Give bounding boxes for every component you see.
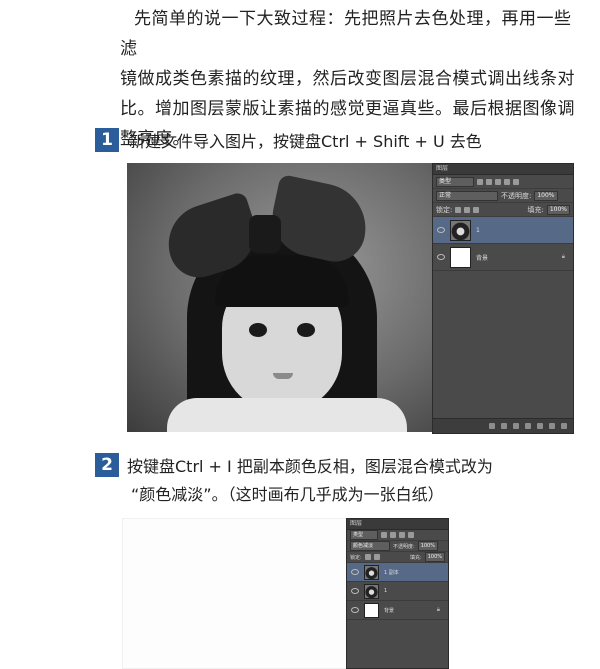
lock-icon: 🔒︎ bbox=[436, 606, 440, 613]
step-number-badge: 1 bbox=[95, 128, 119, 152]
lock-pixels-icon[interactable] bbox=[455, 206, 462, 213]
filter-adjust-icon[interactable] bbox=[390, 532, 396, 538]
layer-row[interactable]: 背景 🔒︎ bbox=[433, 244, 573, 271]
filter-pixel-icon[interactable] bbox=[381, 532, 387, 538]
panel-tab[interactable]: 图层 bbox=[347, 519, 448, 530]
lock-row: 锁定: 填充: 100% bbox=[347, 552, 448, 563]
layers-panel-2: 图层 类型 颜色减淡 不透明度: 100% 锁定: 填充: 100% 1 副本 … bbox=[346, 518, 449, 669]
photo-dress bbox=[167, 398, 407, 432]
photo-mouth bbox=[273, 373, 293, 379]
mask-icon[interactable] bbox=[513, 423, 519, 429]
photo-eye bbox=[297, 323, 315, 337]
step-text: 按键盘Ctrl + I 把副本颜色反相，图层混合模式改为 bbox=[127, 457, 493, 476]
layer-thumbnail bbox=[450, 219, 471, 241]
layer-thumbnail bbox=[364, 602, 379, 618]
layer-name: 1 bbox=[384, 588, 388, 594]
filter-smart-icon[interactable] bbox=[513, 178, 519, 185]
lock-icon: 🔒︎ bbox=[561, 253, 565, 260]
new-layer-icon[interactable] bbox=[549, 423, 555, 429]
visibility-eye-icon[interactable] bbox=[437, 254, 445, 260]
opacity-label: 不透明度: bbox=[393, 543, 415, 550]
layer-name: 1 副本 bbox=[384, 569, 399, 576]
panel-tab[interactable]: 图层 bbox=[433, 164, 573, 175]
trash-icon[interactable] bbox=[561, 423, 567, 429]
fx-icon[interactable] bbox=[501, 423, 507, 429]
layers-panel-1: 图层 类型 正常 不透明度: 100% 锁定: 填充: 100% 1 背景 🔒︎ bbox=[432, 163, 574, 434]
lock-position-icon[interactable] bbox=[373, 554, 380, 560]
visibility-eye-icon[interactable] bbox=[351, 607, 359, 613]
intro-line: 镜做成类色素描的纹理，然后改变图层混合模式调出线条对 bbox=[120, 69, 575, 89]
step-number-badge: 2 bbox=[95, 453, 119, 477]
lock-label: 锁定: bbox=[350, 554, 362, 561]
opacity-label: 不透明度: bbox=[501, 191, 532, 200]
white-canvas bbox=[122, 518, 349, 669]
filter-row: 类型 bbox=[347, 530, 448, 541]
layer-row[interactable]: 1 bbox=[347, 582, 448, 601]
intro-line: 比。增加图层蒙版让素描的感觉更逼真些。最后根据图像调 bbox=[120, 99, 575, 119]
photo-eye bbox=[249, 323, 267, 337]
layer-row[interactable]: 背景 🔒︎ bbox=[347, 601, 448, 620]
fill-label: 填充: bbox=[410, 554, 422, 561]
filter-pixel-icon[interactable] bbox=[477, 178, 483, 185]
fill-input[interactable]: 100% bbox=[424, 552, 445, 562]
blend-row: 颜色减淡 不透明度: 100% bbox=[347, 541, 448, 552]
intro-line: 先简单的说一下大致过程：先把照片去色处理，再用一些滤 bbox=[120, 9, 572, 59]
filter-shape-icon[interactable] bbox=[504, 178, 510, 185]
filter-adjust-icon[interactable] bbox=[486, 178, 492, 185]
lock-label: 锁定: bbox=[436, 205, 453, 214]
step-2: 2 按键盘Ctrl + I 把副本颜色反相，图层混合模式改为 “颜色减淡”。（这… bbox=[95, 453, 493, 509]
girl-photo bbox=[127, 163, 433, 432]
filter-shape-icon[interactable] bbox=[408, 532, 414, 538]
fill-label: 填充: bbox=[527, 205, 544, 214]
blend-mode-select[interactable]: 颜色减淡 bbox=[350, 541, 390, 551]
kind-select[interactable]: 类型 bbox=[350, 530, 378, 540]
panel-footer bbox=[433, 418, 573, 433]
photo-bow bbox=[158, 173, 374, 286]
step-1: 1 新建文件导入图片，按键盘Ctrl + Shift + U 去色 bbox=[95, 128, 482, 156]
visibility-eye-icon[interactable] bbox=[437, 227, 445, 233]
layer-thumbnail bbox=[450, 246, 471, 268]
step-text: “颜色减淡”。（这时画布几乎成为一张白纸） bbox=[131, 485, 444, 504]
layer-row[interactable]: 1 副本 bbox=[347, 563, 448, 582]
filter-text-icon[interactable] bbox=[495, 178, 501, 185]
lock-position-icon[interactable] bbox=[464, 206, 471, 213]
visibility-eye-icon[interactable] bbox=[351, 588, 359, 594]
visibility-eye-icon[interactable] bbox=[351, 569, 359, 575]
lock-pixels-icon[interactable] bbox=[364, 554, 371, 560]
lock-row: 锁定: 填充: 100% bbox=[433, 203, 573, 217]
filter-row: 类型 bbox=[433, 175, 573, 189]
opacity-input[interactable]: 100% bbox=[534, 190, 558, 201]
layer-row[interactable]: 1 bbox=[433, 217, 573, 244]
step-text: 新建文件导入图片，按键盘Ctrl + Shift + U 去色 bbox=[129, 132, 482, 151]
adjustment-icon[interactable] bbox=[525, 423, 531, 429]
filter-text-icon[interactable] bbox=[399, 532, 405, 538]
layer-name: 1 bbox=[476, 226, 480, 234]
fill-input[interactable]: 100% bbox=[546, 204, 570, 215]
folder-icon[interactable] bbox=[537, 423, 543, 429]
link-icon[interactable] bbox=[489, 423, 495, 429]
kind-select[interactable]: 类型 bbox=[436, 176, 474, 187]
layer-thumbnail bbox=[364, 564, 379, 580]
lock-all-icon[interactable] bbox=[473, 206, 480, 213]
blend-row: 正常 不透明度: 100% bbox=[433, 189, 573, 203]
layer-name: 背景 bbox=[476, 254, 489, 262]
layer-thumbnail bbox=[364, 583, 379, 599]
opacity-input[interactable]: 100% bbox=[417, 541, 438, 551]
layer-name: 背景 bbox=[384, 607, 395, 614]
blend-mode-select[interactable]: 正常 bbox=[436, 190, 498, 201]
step-text-block: 按键盘Ctrl + I 把副本颜色反相，图层混合模式改为 “颜色减淡”。（这时画… bbox=[127, 453, 493, 509]
